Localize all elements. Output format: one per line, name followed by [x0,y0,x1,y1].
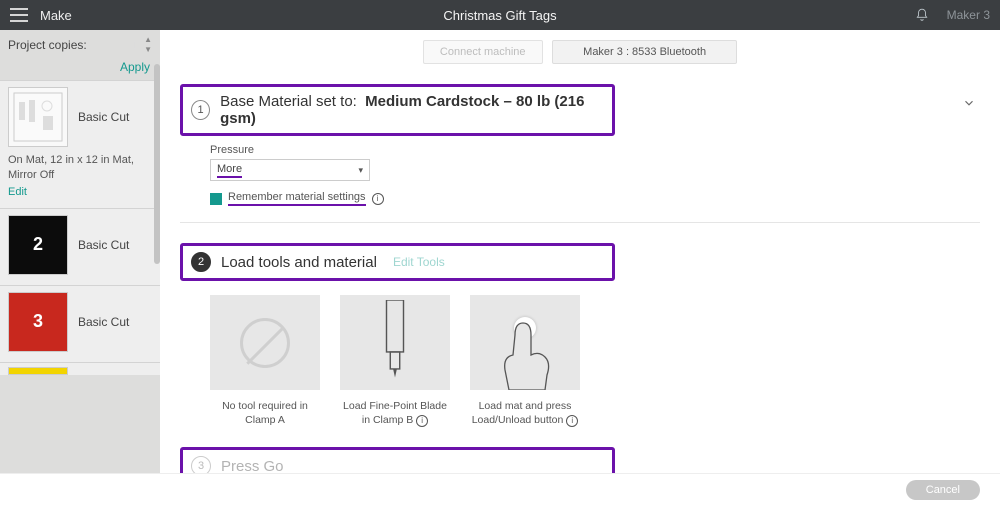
bell-icon[interactable] [915,8,929,22]
remember-checkbox[interactable] [210,193,222,205]
hamburger-menu-icon[interactable] [10,8,28,22]
cancel-button[interactable]: Cancel [906,480,980,500]
mat-info: On Mat, 12 in x 12 in Mat, Mirror Off [8,153,152,183]
pressure-select[interactable]: More ▾ [210,159,370,181]
step3-header[interactable]: 3 Press Go [180,447,615,473]
step1-header[interactable]: 1 Base Material set to: Medium Cardstock… [180,84,615,136]
machine-select-button[interactable]: Maker 3 : 8533 Bluetooth [552,40,737,64]
copies-stepper[interactable]: ▲▼ [144,36,152,54]
footer: Cancel [0,473,1000,505]
remember-label: Remember material settings [228,191,366,206]
apply-link[interactable]: Apply [0,60,160,74]
blade-icon [370,300,420,385]
no-tool-icon [240,318,290,368]
pressure-label: Pressure [210,144,980,156]
mat-tile-3[interactable]: 3 Basic Cut [0,285,160,362]
sidebar: Project copies: 1 ▲▼ Apply Basic Cut On … [0,30,160,505]
mat-label-2: Basic Cut [78,238,129,252]
finger-icon [495,315,565,390]
make-label: Make [40,8,72,23]
project-copies-label: Project copies: [8,38,87,52]
edit-tools-link[interactable]: Edit Tools [393,255,445,269]
tool-card-load: Load mat and press Load/Unload button i [470,295,580,427]
mat-edit-link[interactable]: Edit [8,186,27,198]
copies-value: 1 [131,38,138,52]
tool-caption-a: No tool required in Clamp A [210,400,320,427]
info-icon[interactable]: i [372,193,384,205]
step1-badge: 1 [191,100,210,120]
step3-title: Press Go [221,458,284,473]
main: Connect machine Maker 3 : 8533 Bluetooth… [160,30,1000,473]
page-title: Christmas Gift Tags [443,8,556,23]
mat-label-3: Basic Cut [78,315,129,329]
mat-thumb-2: 2 [8,215,68,275]
step2-title: Load tools and material [221,254,377,271]
info-icon[interactable]: i [566,415,578,427]
mat-tile-2[interactable]: 2 Basic Cut [0,208,160,285]
tool-card-clamp-b: Load Fine-Point Blade in Clamp B i [340,295,450,427]
step2-badge: 2 [191,252,211,272]
step2-header[interactable]: 2 Load tools and material Edit Tools [180,243,615,281]
mat-thumb-1 [8,87,68,147]
mat-label-1: Basic Cut [78,110,129,124]
device-label[interactable]: Maker 3 [947,8,990,22]
tool-caption-load: Load mat and press Load/Unload button i [470,400,580,427]
connect-machine-button[interactable]: Connect machine [423,40,543,64]
info-icon[interactable]: i [416,415,428,427]
mat-tile-4[interactable] [0,362,160,375]
tool-caption-b: Load Fine-Point Blade in Clamp B i [340,400,450,427]
chevron-down-icon: ▾ [358,165,363,176]
tool-card-clamp-a: No tool required in Clamp A [210,295,320,427]
top-bar: Make Christmas Gift Tags Maker 3 [0,0,1000,30]
mat-tile-1[interactable]: Basic Cut On Mat, 12 in x 12 in Mat, Mir… [0,80,160,208]
step3-badge: 3 [191,456,211,473]
chevron-down-icon[interactable] [962,96,976,110]
mat-thumb-4 [8,367,68,375]
step1-title: Base Material set to: Medium Cardstock –… [220,93,604,127]
mat-thumb-3: 3 [8,292,68,352]
